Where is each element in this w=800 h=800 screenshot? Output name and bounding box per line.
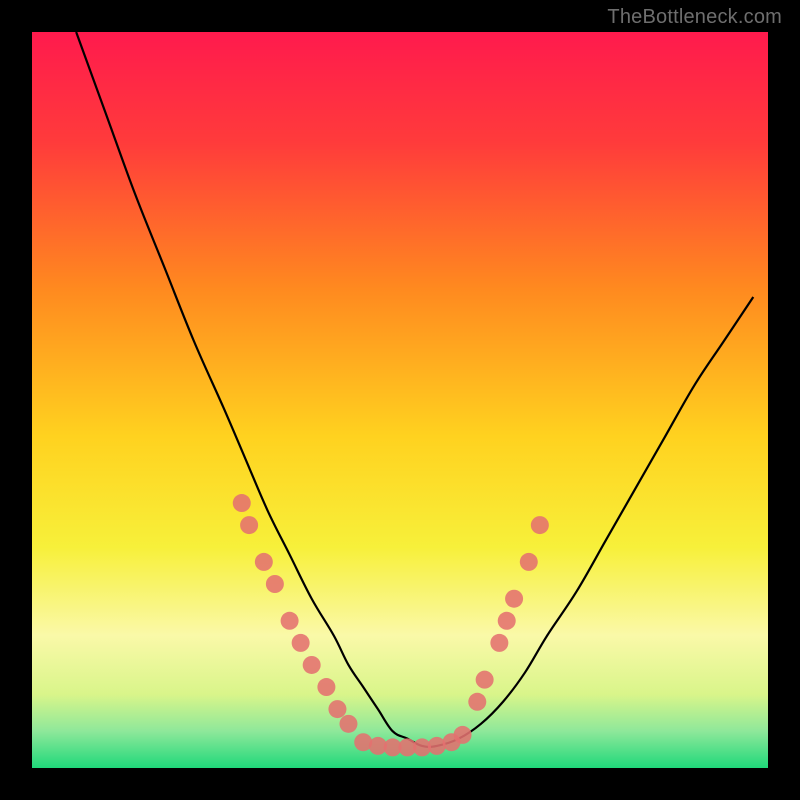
highlight-dot [328, 700, 346, 718]
plot-area [32, 32, 768, 768]
highlight-dot [476, 671, 494, 689]
highlight-dot [317, 678, 335, 696]
highlight-dot [468, 693, 486, 711]
highlight-dot [233, 494, 251, 512]
highlight-dot [292, 634, 310, 652]
highlight-dot [255, 553, 273, 571]
highlight-dot [339, 715, 357, 733]
gradient-background [32, 32, 768, 768]
highlight-dot [531, 516, 549, 534]
highlight-dot [490, 634, 508, 652]
highlight-dot [520, 553, 538, 571]
highlight-dot [303, 656, 321, 674]
watermark-text: TheBottleneck.com [607, 6, 782, 29]
highlight-dot [505, 590, 523, 608]
highlight-dot [281, 612, 299, 630]
highlight-dot [266, 575, 284, 593]
highlight-dot [240, 516, 258, 534]
bottleneck-chart [32, 32, 768, 768]
chart-container: TheBottleneck.com [0, 0, 800, 800]
highlight-dot [498, 612, 516, 630]
highlight-dot [454, 726, 472, 744]
